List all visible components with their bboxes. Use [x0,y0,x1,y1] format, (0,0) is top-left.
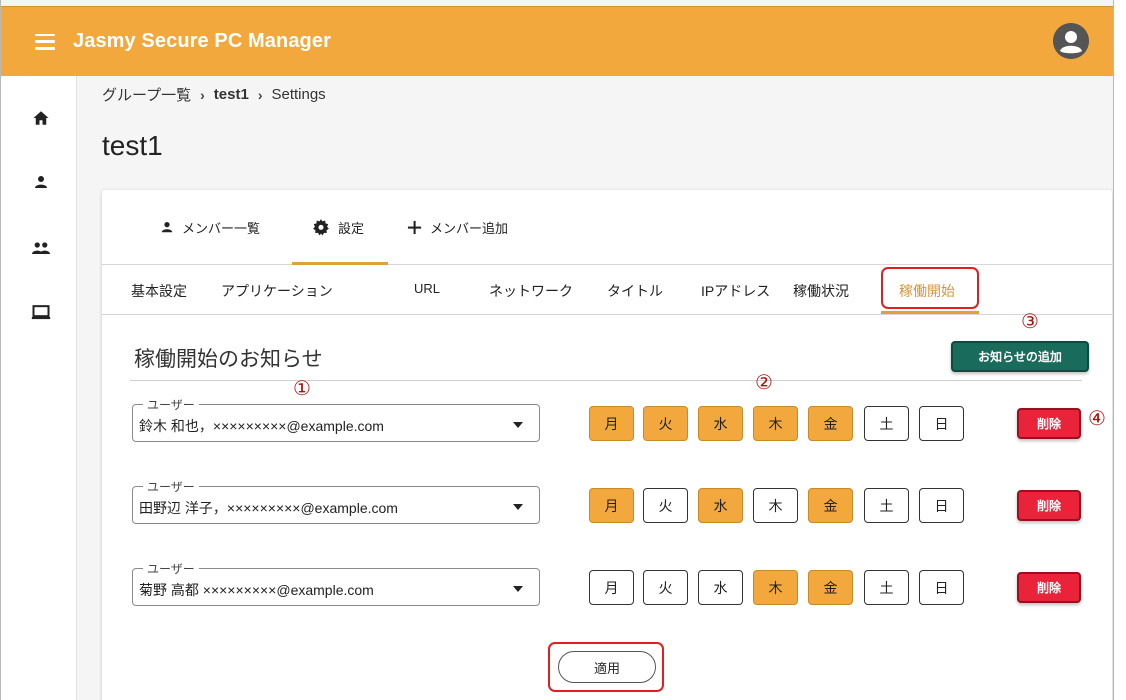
person-icon [160,220,174,234]
apply-button[interactable]: 適用 [558,651,656,683]
callout-3: ③ [1021,309,1039,333]
user-select[interactable]: ユーザー 鈴木 和也，×××××××××@example.com [132,396,540,442]
laptop-icon[interactable] [29,300,53,324]
home-icon[interactable] [29,106,53,130]
subtab-applications[interactable]: アプリケーション [221,281,333,301]
divider [130,380,1082,381]
delete-button[interactable]: 削除 [1017,572,1081,603]
gear-icon [312,218,330,236]
notice-row: ユーザー 田野辺 洋子，×××××××××@example.com 月 火 水 … [102,476,1112,536]
day-toggle-fri[interactable]: 金 [808,570,853,605]
breadcrumb-separator: › [200,86,205,103]
tab-label: 設定 [338,221,365,237]
day-toggle-thu[interactable]: 木 [753,406,798,441]
sub-tab-bar: 基本設定 アプリケーション URL ネットワーク タイトル IPアドレス 稼働状… [102,265,1112,315]
user-select-value: 田野辺 洋子，×××××××××@example.com [139,500,398,516]
breadcrumb-separator: › [257,86,263,103]
plus-icon [407,220,422,235]
user-select-label: ユーザー [143,396,199,413]
subtab-operation-start[interactable]: 稼働開始 [899,281,955,301]
day-toggle-tue[interactable]: 火 [643,406,688,441]
subtab-basic[interactable]: 基本設定 [131,281,187,301]
day-toggle-sat[interactable]: 土 [864,406,909,441]
day-toggle-mon[interactable]: 月 [589,570,634,605]
breadcrumb-group[interactable]: test1 [214,86,249,103]
day-toggle-sat[interactable]: 土 [864,570,909,605]
notice-row: ユーザー 鈴木 和也，×××××××××@example.com 月 火 水 木… [102,394,1112,454]
callout-4: ④ [1088,406,1106,430]
breadcrumb-groups[interactable]: グループ一覧 [102,84,191,105]
day-toggle-mon[interactable]: 月 [589,406,634,441]
app-bar: Jasmy Secure PC Manager [1,6,1113,76]
chevron-down-icon [513,422,523,428]
active-subtab-indicator [881,311,979,314]
side-nav [1,76,77,700]
user-select-value: 鈴木 和也，×××××××××@example.com [139,418,384,434]
callout-highlight-apply: 適用 [548,642,664,692]
day-toggle-thu[interactable]: 木 [753,488,798,523]
subtab-operating-status[interactable]: 稼働状況 [793,281,849,301]
chevron-down-icon [513,504,523,510]
user-select-value: 菊野 高都 ×××××××××@example.com [139,582,374,598]
delete-button[interactable]: 削除 [1017,408,1081,439]
settings-card: メンバー一覧 設定 メンバー追加 基本設定 アプリケーション URL ネットワー… [102,190,1112,700]
day-toggle-tue[interactable]: 火 [643,570,688,605]
user-select-label: ユーザー [143,478,199,495]
breadcrumb: グループ一覧 › test1 › Settings [102,84,326,105]
chevron-down-icon [513,586,523,592]
person-icon[interactable] [29,170,53,194]
tab-label: メンバー追加 [430,221,509,237]
day-toggle-sun[interactable]: 日 [919,488,964,523]
tab-add-member[interactable]: メンバー追加 [407,214,508,240]
app-window: Jasmy Secure PC Manager グループ一覧 › test1 › [0,0,1114,700]
day-toggle-fri[interactable]: 金 [808,406,853,441]
tab-member-list[interactable]: メンバー一覧 [160,214,260,240]
day-toggle-sun[interactable]: 日 [919,570,964,605]
subtab-url[interactable]: URL [414,281,440,296]
tab-label: メンバー一覧 [182,221,261,237]
day-toggle-sat[interactable]: 土 [864,488,909,523]
top-tab-bar: メンバー一覧 設定 メンバー追加 [102,190,1112,265]
user-select[interactable]: ユーザー 菊野 高都 ×××××××××@example.com [132,560,540,606]
user-select[interactable]: ユーザー 田野辺 洋子，×××××××××@example.com [132,478,540,524]
day-toggle-wed[interactable]: 水 [698,488,743,523]
day-toggle-wed[interactable]: 水 [698,570,743,605]
app-title: Jasmy Secure PC Manager [73,30,331,52]
account-circle-icon[interactable] [1053,23,1089,59]
subtab-ip-address[interactable]: IPアドレス [701,281,770,301]
tab-settings[interactable]: 設定 [312,214,364,240]
day-toggle-wed[interactable]: 水 [698,406,743,441]
day-toggle-mon[interactable]: 月 [589,488,634,523]
subtab-network[interactable]: ネットワーク [489,281,573,301]
callout-2: ② [755,370,773,394]
add-notice-button[interactable]: お知らせの追加 [951,341,1089,372]
delete-button[interactable]: 削除 [1017,490,1081,521]
day-toggle-sun[interactable]: 日 [919,406,964,441]
day-toggle-thu[interactable]: 木 [753,570,798,605]
breadcrumb-settings: Settings [271,86,326,103]
day-toggle-fri[interactable]: 金 [808,488,853,523]
day-toggle-tue[interactable]: 火 [643,488,688,523]
section-title: 稼働開始のお知らせ [134,348,323,371]
menu-icon[interactable] [35,33,55,50]
user-select-label: ユーザー [143,560,199,577]
subtab-title[interactable]: タイトル [607,281,663,301]
page-title: test1 [102,130,163,161]
notice-row: ユーザー 菊野 高都 ×××××××××@example.com 月 火 水 木… [102,558,1112,618]
group-icon[interactable] [29,236,53,260]
